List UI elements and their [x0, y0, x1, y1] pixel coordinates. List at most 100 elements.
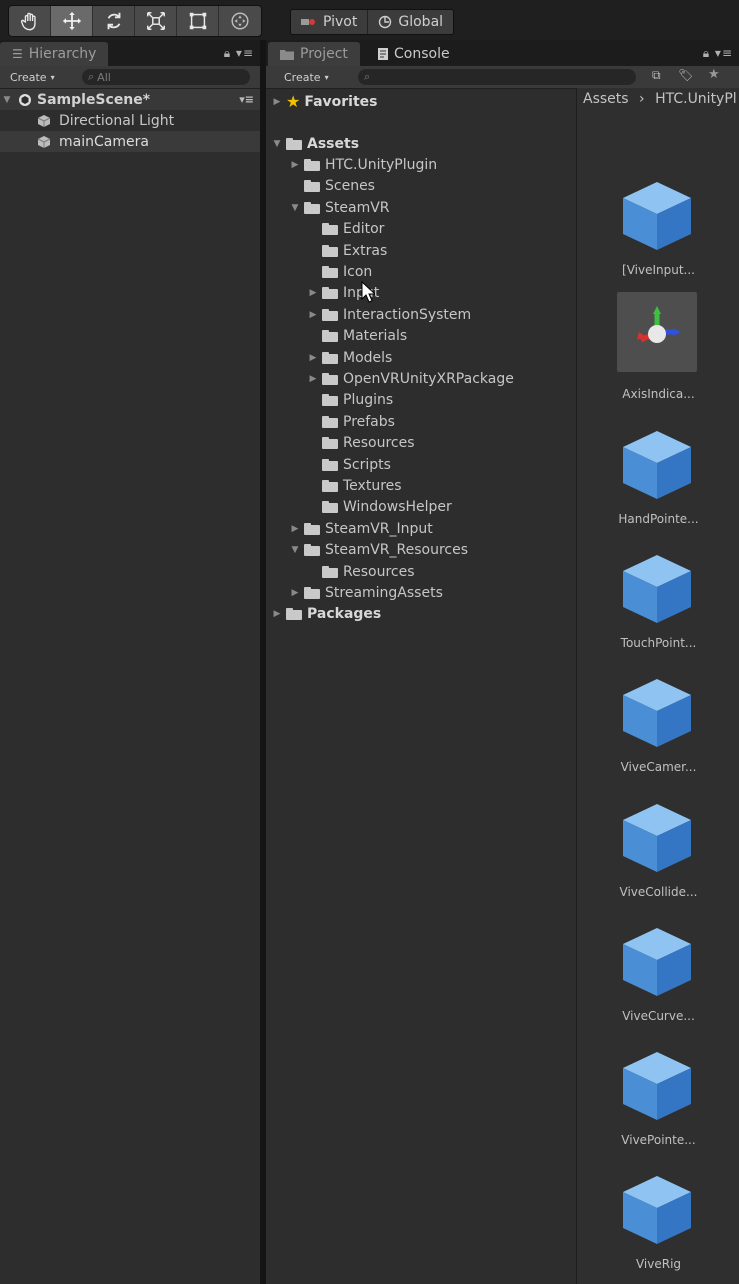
asset-item[interactable]: VivePointe... [577, 1046, 739, 1156]
hierarchy-create-button[interactable]: Create ▾ [6, 69, 59, 85]
expand-arrow-icon[interactable]: ▶ [308, 304, 318, 325]
expand-arrow-icon[interactable]: ▶ [290, 154, 300, 175]
list-icon: ☰ [12, 47, 23, 61]
unity-scene-icon [19, 93, 31, 106]
tree-row[interactable]: Scenes [290, 176, 375, 197]
tree-row[interactable]: ▶ HTC.UnityPlugin [290, 154, 438, 175]
hand-tool-icon [20, 12, 36, 31]
rect-tool-button[interactable] [177, 6, 219, 36]
tree-row-label: Scripts [343, 456, 391, 473]
scene-row[interactable]: ▼ SampleScene* ▾≡ [0, 89, 260, 110]
search-by-type-icon[interactable]: ⧉ [652, 68, 661, 83]
chevron-down-icon: ▾ [50, 72, 55, 82]
folder-icon [280, 49, 294, 60]
favorite-star-icon[interactable]: ★ [708, 67, 720, 82]
tree-row[interactable]: ▼ SteamVR [290, 197, 390, 218]
hierarchy-item-selected[interactable]: mainCamera [0, 131, 260, 152]
hierarchy-search-input[interactable]: ⌕ All [82, 69, 250, 85]
project-searchbar: Create ▾ ⌕ ⧉ 🏷︎ ★ [266, 66, 739, 89]
expand-arrow-icon[interactable]: ▼ [290, 540, 300, 561]
asset-item-label: VivePointe... [621, 1133, 696, 1148]
project-search-input[interactable]: ⌕ [358, 69, 636, 85]
panel-menu-icon[interactable]: 🔒︎ ▾≡ [224, 46, 254, 61]
folder-icon [322, 287, 338, 300]
tree-row[interactable]: Textures [308, 475, 402, 496]
tree-row-label: Prefabs [343, 413, 395, 430]
asset-item[interactable]: HandPointe... [577, 425, 739, 535]
tab-console[interactable]: Console [366, 42, 462, 66]
tree-row[interactable]: ▼ Assets [272, 133, 360, 154]
chevron-down-icon: ▾ [324, 72, 329, 82]
folder-icon [322, 479, 338, 492]
expand-arrow-icon[interactable]: ▶ [308, 347, 318, 368]
tree-row[interactable]: ▶ StreamingAssets [290, 582, 443, 603]
scene-menu-icon[interactable]: ▾≡ [239, 93, 254, 106]
asset-item[interactable]: TouchPoint... [577, 549, 739, 659]
panel-menu-icon[interactable]: 🔒︎ ▾≡ [703, 46, 733, 61]
folder-icon [304, 201, 320, 214]
tree-row[interactable]: Editor [308, 219, 384, 240]
tree-row[interactable]: Scripts [308, 454, 391, 475]
transform-tool-button[interactable] [219, 6, 261, 36]
tab-project-label: Project [300, 46, 348, 62]
asset-item[interactable]: ViveRig [577, 1170, 739, 1280]
tree-row[interactable]: ▶ InteractionSystem [308, 304, 472, 325]
asset-item[interactable]: AxisIndica... [577, 292, 739, 402]
tree-row[interactable]: ▶ Models [308, 347, 393, 368]
prefab-cube-icon [617, 176, 697, 256]
expand-arrow-icon[interactable]: ▶ [308, 283, 318, 304]
expand-arrow-icon[interactable]: ▶ [272, 91, 282, 112]
hand-tool-button[interactable] [9, 6, 51, 36]
expand-arrow-icon[interactable]: ▶ [290, 582, 300, 603]
prefab-cube-icon [617, 1046, 697, 1126]
tree-row[interactable]: Plugins [308, 390, 393, 411]
tree-row[interactable]: Materials [308, 326, 407, 347]
tree-row[interactable]: ▶ OpenVRUnityXRPackage [308, 368, 514, 389]
folder-icon [304, 158, 320, 171]
tree-row-label: Editor [343, 221, 385, 238]
project-tabbar: Project Console 🔒︎ ▾≡ [266, 40, 739, 66]
asset-grid: Assets › HTC.UnityPl [ViveInput... AxisIn… [576, 88, 739, 1284]
tree-row[interactable]: Prefabs [308, 411, 395, 432]
tree-row[interactable]: WindowsHelper [308, 497, 452, 518]
asset-item[interactable]: ViveCollide... [577, 798, 739, 908]
tree-row[interactable]: ▼ SteamVR_Resources [290, 540, 468, 561]
asset-item[interactable]: ViveCurve... [577, 922, 739, 1032]
tree-row[interactable]: Resources [308, 561, 415, 582]
breadcrumb-assets[interactable]: Assets [583, 91, 629, 107]
project-create-button[interactable]: Create ▾ [280, 69, 333, 85]
asset-item[interactable]: ViveCamer... [577, 673, 739, 783]
expand-arrow-icon[interactable]: ▼ [2, 89, 12, 110]
breadcrumb-current[interactable]: HTC.UnityPl [655, 91, 737, 107]
tab-hierarchy[interactable]: ☰ Hierarchy [0, 42, 109, 66]
tree-row[interactable]: ▶ Packages [272, 604, 382, 625]
global-button[interactable]: Global [368, 10, 453, 34]
tree-row[interactable]: ▶ SteamVR_Input [290, 518, 433, 539]
asset-item[interactable]: [ViveInput... [577, 176, 739, 286]
hierarchy-create-label: Create [10, 70, 47, 84]
hierarchy-item-label: Directional Light [59, 112, 175, 129]
hierarchy-panel: ☰ Hierarchy 🔒︎ ▾≡ Create ▾ ⌕ All ▼ Sampl… [0, 40, 260, 1284]
pivot-button[interactable]: Pivot [291, 10, 369, 34]
tree-row[interactable]: Resources [308, 433, 415, 454]
tree-row[interactable]: Icon [308, 261, 372, 282]
tab-project[interactable]: Project [268, 42, 360, 66]
expand-arrow-icon[interactable]: ▼ [272, 133, 282, 154]
rotate-tool-button[interactable] [93, 6, 135, 36]
expand-arrow-icon[interactable]: ▼ [290, 197, 300, 218]
expand-arrow-icon[interactable]: ▶ [272, 604, 282, 625]
tree-row-favorites[interactable]: ▶ ★ Favorites [272, 91, 378, 112]
expand-arrow-icon[interactable]: ▶ [308, 368, 318, 389]
hierarchy-item[interactable]: Directional Light [0, 110, 260, 131]
tree-row[interactable]: Extras [308, 240, 387, 261]
search-by-label-icon[interactable]: 🏷︎ [678, 68, 693, 82]
move-tool-button[interactable] [51, 6, 93, 36]
scale-tool-button[interactable] [135, 6, 177, 36]
expand-arrow-icon[interactable]: ▶ [290, 518, 300, 539]
folder-icon [322, 458, 338, 471]
globe-icon [379, 15, 392, 29]
